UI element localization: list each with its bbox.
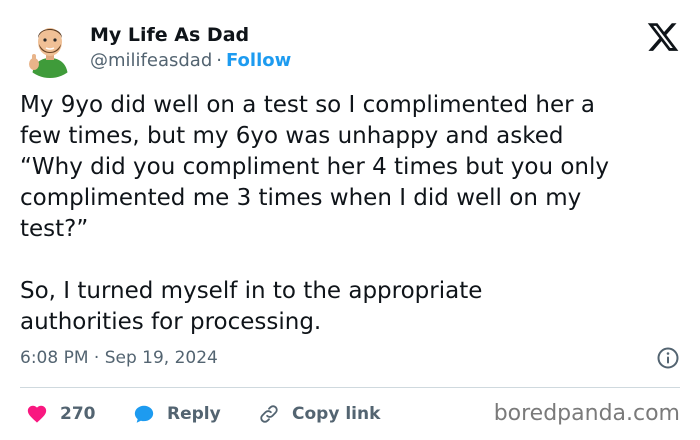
tweet-timestamp[interactable]: 6:08 PM · Sep 19, 2024 xyxy=(20,348,218,368)
copy-link-label: Copy link xyxy=(292,404,381,424)
tweet-text: My 9yo did well on a test so I complimen… xyxy=(20,92,610,335)
avatar-illustration xyxy=(20,18,80,78)
watermark: boredpanda.com xyxy=(493,401,680,426)
tweet-actions: 270 Reply Copy link boredpanda.com xyxy=(20,400,680,428)
avatar[interactable] xyxy=(20,18,80,78)
reply-bubble-icon xyxy=(133,403,155,425)
info-icon[interactable] xyxy=(656,346,680,370)
reply-button[interactable]: Reply xyxy=(133,400,221,428)
tweet-header: My Life As Dad @milifeasdad · Follow xyxy=(20,18,680,82)
heart-icon xyxy=(26,403,48,425)
tweet-meta: 6:08 PM · Sep 19, 2024 xyxy=(20,346,680,372)
x-logo-icon[interactable] xyxy=(646,20,680,54)
handle-separator: · xyxy=(216,50,222,71)
author-handle-row: @milifeasdad · Follow xyxy=(90,50,291,71)
author-name[interactable]: My Life As Dad xyxy=(90,24,249,46)
like-button[interactable]: 270 xyxy=(26,400,96,428)
like-count: 270 xyxy=(60,404,96,424)
divider xyxy=(20,387,680,388)
copy-link-button[interactable]: Copy link xyxy=(258,400,380,428)
reply-label: Reply xyxy=(167,404,221,424)
follow-button[interactable]: Follow xyxy=(226,50,291,71)
tweet-card: My Life As Dad @milifeasdad · Follow My 9y… xyxy=(0,0,700,440)
link-icon xyxy=(258,403,280,425)
author-handle[interactable]: @milifeasdad xyxy=(90,50,212,71)
